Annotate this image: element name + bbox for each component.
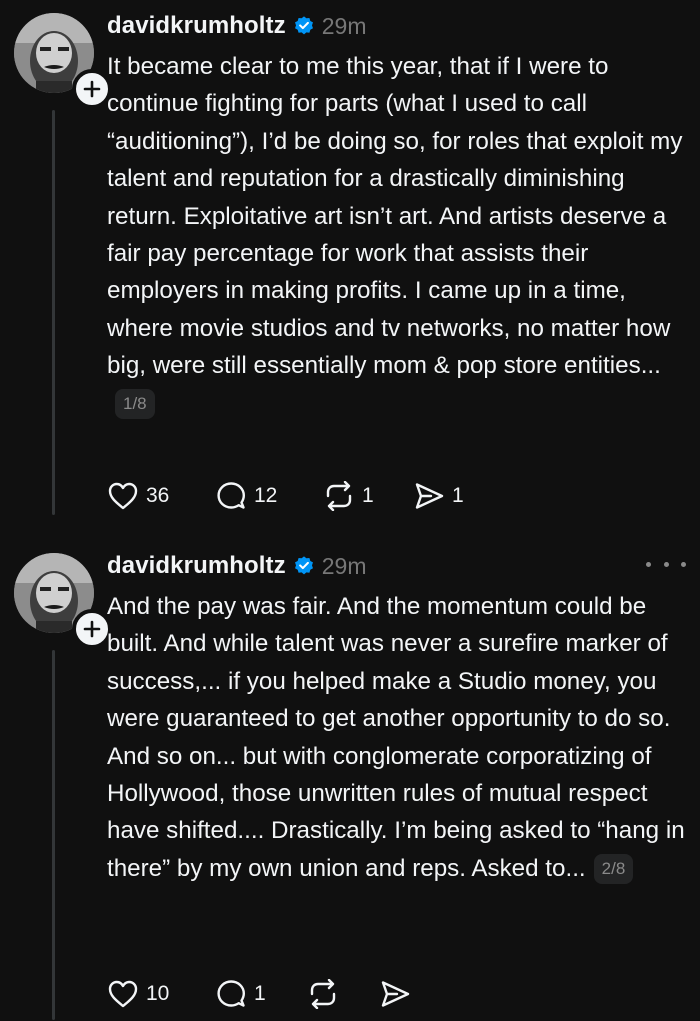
heart-icon bbox=[108, 482, 138, 510]
send-icon bbox=[415, 483, 444, 509]
like-button[interactable]: 36 bbox=[107, 480, 215, 512]
like-count: 10 bbox=[146, 982, 170, 1005]
post-actions: 10 1 bbox=[107, 978, 419, 1010]
like-button[interactable]: 10 bbox=[107, 978, 215, 1010]
post-text: And the pay was fair. And the momentum c… bbox=[107, 588, 687, 887]
reply-button[interactable]: 12 bbox=[215, 480, 323, 512]
post-header: davidkrumholtz 29m bbox=[107, 11, 367, 41]
more-icon bbox=[681, 561, 686, 567]
verified-badge-icon bbox=[294, 16, 313, 35]
username[interactable]: davidkrumholtz bbox=[107, 12, 286, 40]
reply-button[interactable]: 1 bbox=[215, 978, 307, 1010]
reply-count: 12 bbox=[254, 484, 278, 507]
repost-button[interactable] bbox=[307, 978, 379, 1010]
post-text: It became clear to me this year, that if… bbox=[107, 48, 687, 422]
repost-count: 1 bbox=[362, 484, 374, 507]
follow-button[interactable] bbox=[72, 69, 112, 109]
comment-icon bbox=[217, 980, 245, 1007]
reply-count: 1 bbox=[254, 982, 266, 1005]
repost-icon bbox=[310, 979, 336, 1009]
more-options-button[interactable] bbox=[646, 556, 686, 572]
more-icon bbox=[646, 561, 651, 567]
share-button[interactable]: 1 bbox=[413, 480, 483, 512]
post-text-content: And the pay was fair. And the momentum c… bbox=[107, 593, 685, 882]
avatar-container bbox=[14, 553, 112, 649]
repost-button[interactable]: 1 bbox=[323, 480, 413, 512]
plus-icon bbox=[83, 80, 101, 98]
avatar-container bbox=[14, 13, 112, 109]
verified-badge-icon bbox=[294, 556, 313, 575]
follow-button[interactable] bbox=[72, 609, 112, 649]
post-text-content: It became clear to me this year, that if… bbox=[107, 53, 683, 380]
thread-connector bbox=[52, 110, 55, 515]
thread-page-indicator: 1/8 bbox=[115, 388, 155, 419]
plus-icon bbox=[83, 620, 101, 638]
repost-icon bbox=[326, 481, 352, 511]
like-count: 36 bbox=[146, 484, 170, 507]
heart-icon bbox=[108, 980, 138, 1008]
send-icon bbox=[381, 981, 410, 1007]
post-timestamp: 29m bbox=[321, 12, 367, 39]
username[interactable]: davidkrumholtz bbox=[107, 552, 286, 580]
post-header: davidkrumholtz 29m bbox=[107, 551, 367, 581]
thread-post: davidkrumholtz 29m And the pay was fair.… bbox=[0, 540, 700, 1021]
share-count: 1 bbox=[452, 484, 464, 507]
share-button[interactable] bbox=[379, 978, 419, 1010]
more-icon bbox=[663, 561, 669, 567]
comment-icon bbox=[217, 482, 245, 509]
post-actions: 36 12 1 1 bbox=[107, 480, 483, 512]
post-timestamp: 29m bbox=[321, 552, 367, 579]
thread-connector bbox=[52, 650, 55, 1020]
thread-page-indicator: 2/8 bbox=[593, 853, 634, 884]
thread-post: davidkrumholtz 29m It became clear to me… bbox=[0, 0, 700, 530]
